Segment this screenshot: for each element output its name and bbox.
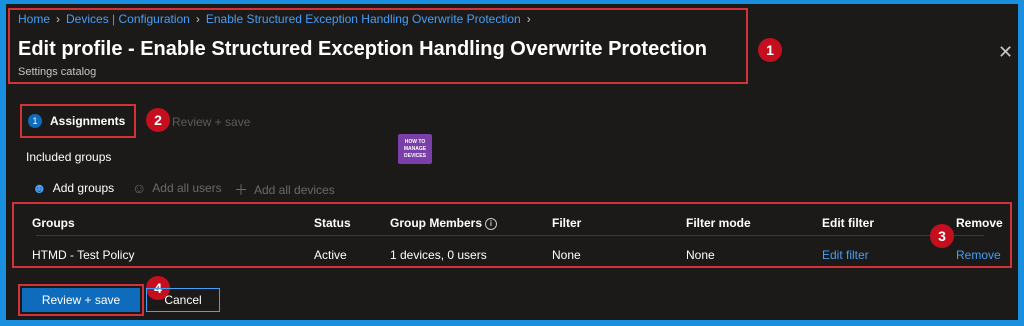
annotation-badge-1: 1 <box>758 38 782 62</box>
add-person-icon: ☻ <box>32 180 47 196</box>
included-groups-label: Included groups <box>26 150 112 164</box>
assignments-highlight-box <box>20 104 136 138</box>
add-all-devices-button[interactable]: ＋ Add all devices <box>234 180 335 200</box>
close-icon[interactable]: ✕ <box>998 42 1013 63</box>
add-all-devices-label: Add all devices <box>254 183 335 197</box>
add-all-users-label: Add all users <box>152 181 222 195</box>
annotation-badge-2: 2 <box>146 108 170 132</box>
add-groups-button[interactable]: ☻ Add groups <box>32 180 114 196</box>
title-highlight-box <box>8 8 748 84</box>
table-highlight-box <box>12 202 1012 268</box>
add-groups-label: Add groups <box>52 181 115 195</box>
edit-profile-panel: Home › Devices | Configuration › Enable … <box>6 4 1018 320</box>
tab-review-save-label: Review + save <box>172 115 251 129</box>
watermark-logo: HOW TO MANAGE DEVICES <box>398 134 432 164</box>
annotation-badge-3: 3 <box>930 224 954 248</box>
tab-review-save[interactable]: Review + save <box>172 115 250 129</box>
add-all-users-button[interactable]: ☺ Add all users <box>132 180 222 196</box>
people-icon: ☺ <box>132 180 147 196</box>
plus-icon: ＋ <box>234 182 248 198</box>
cancel-button[interactable]: Cancel <box>146 288 220 312</box>
review-save-highlight-box <box>18 284 144 316</box>
